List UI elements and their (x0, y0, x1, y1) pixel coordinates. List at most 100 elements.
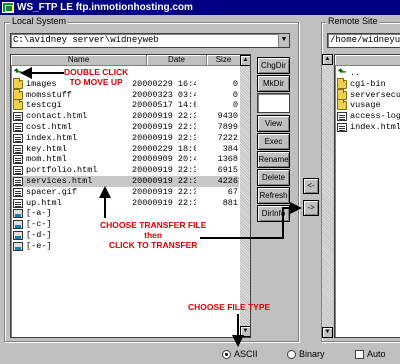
file-icon (337, 123, 347, 132)
file-icon (13, 166, 23, 176)
cell-size: 384 (222, 143, 238, 154)
cell-name: cost.html (26, 122, 72, 132)
cell-size: 881 (222, 197, 238, 208)
cell-date: 20000517 14:0 (132, 100, 196, 111)
table-row[interactable]: key.html 20000229 18:0 384 (12, 144, 239, 155)
cell-name: index.html (350, 122, 400, 132)
table-row[interactable]: momsstuff 20000323 03:4 0 (12, 88, 239, 101)
rename-button[interactable]: Rename (257, 151, 290, 168)
local-system-label: Local System (10, 16, 69, 26)
cell-name: spacer.gif (26, 186, 78, 197)
drive-icon (13, 231, 23, 240)
file-icon (13, 123, 23, 132)
auto-label: Auto (367, 349, 386, 359)
view-button[interactable]: View (257, 115, 290, 132)
remote-scroll-up-button[interactable]: ▲ (322, 54, 333, 65)
transfer-left-button[interactable]: <- (303, 178, 319, 194)
dirinfo-button[interactable]: DirInfo (257, 205, 290, 222)
local-file-list[interactable]: Name Date Size ▲ ▼ ⬑ images 20000229 16:4 0… (10, 54, 251, 338)
file-icon (13, 112, 23, 122)
cell-date: 20000323 03:4 (132, 89, 196, 100)
cell-name: up.html (26, 197, 62, 208)
remote-list-item[interactable]: vusage (336, 99, 400, 111)
remote-file-list[interactable]: ⬑..cgi-binserversecurvusageaccess-logind… (334, 54, 400, 338)
remote-path-text: /home/widneyu (330, 35, 400, 45)
cell-name: mom.html (26, 154, 67, 165)
cell-name: vusage (350, 100, 381, 111)
cell-size: 9430 (217, 111, 238, 122)
chevron-down-icon[interactable]: ▼ (278, 34, 289, 47)
file-icon (13, 187, 23, 197)
cell-date: 20000909 20:4 (132, 154, 196, 165)
annotation-choose-type: CHOOSE FILE TYPE (188, 302, 271, 312)
table-row[interactable]: index.html 20000919 22:3 7222 (12, 133, 239, 144)
cell-name: services.html (26, 176, 93, 186)
cell-name: contact.html (26, 111, 88, 122)
cell-name: momsstuff (26, 89, 72, 100)
mkdir-button[interactable]: MkDir (257, 75, 290, 92)
ascii-radio[interactable] (222, 350, 231, 359)
cell-name: key.html (26, 143, 67, 154)
local-scrollbar[interactable]: ▲ ▼ (240, 55, 250, 337)
cell-date: 20000229 18:0 (132, 143, 196, 154)
file-icon (13, 177, 23, 186)
column-header-size[interactable]: Size (207, 55, 241, 66)
delete-button[interactable]: Delete (257, 169, 290, 186)
cell-date: 20000919 22:3 (132, 111, 196, 122)
cell-name: testcgi (26, 100, 62, 111)
remote-list-item[interactable]: ⬑.. (336, 68, 400, 79)
table-row[interactable]: up.html 20000919 22:3 881 (12, 198, 239, 209)
binary-radio[interactable] (287, 350, 296, 359)
cell-name: portfolio.html (26, 165, 98, 176)
table-row[interactable]: services.html 20000919 22:3 4226 (12, 176, 239, 187)
column-header-name[interactable]: Name (11, 55, 147, 66)
remote-list-item[interactable]: cgi-bin (336, 77, 400, 90)
remote-scroll-down-button[interactable]: ▼ (322, 327, 333, 338)
app-icon (2, 2, 14, 13)
auto-checkbox[interactable] (355, 350, 364, 359)
scroll-up-button[interactable]: ▲ (240, 55, 250, 66)
folder-icon (13, 77, 23, 89)
scroll-down-button[interactable]: ▼ (240, 326, 250, 337)
refresh-button[interactable]: Refresh (257, 187, 290, 204)
file-icon (337, 112, 347, 122)
exec-button[interactable]: Exec (257, 133, 290, 150)
cell-size: 1368 (217, 154, 238, 165)
file-icon (13, 198, 23, 208)
chgdir-button[interactable]: ChgDir (257, 57, 290, 74)
filter-field[interactable] (257, 93, 290, 113)
cell-size: 6915 (217, 165, 238, 176)
cell-date: 20000229 16:4 (132, 78, 196, 89)
remote-left-scrollbar[interactable]: ▲ ▼ (322, 54, 333, 338)
cell-size: 67 (227, 186, 238, 197)
remote-list-item[interactable]: index.html (336, 122, 400, 133)
folder-icon (337, 77, 347, 89)
table-row[interactable]: mom.html 20000909 20:4 1368 (12, 154, 239, 165)
remote-path-combo[interactable]: /home/widneyu (327, 33, 400, 48)
cell-size: 0 (232, 78, 238, 89)
cell-name: cgi-bin (350, 78, 386, 89)
cell-date: 20000919 22:3 (132, 122, 196, 132)
table-row[interactable]: spacer.gif 20000919 22:3 67 (12, 187, 239, 198)
cell-name: index.html (26, 132, 78, 143)
cell-date: 20000919 22:3 (132, 165, 196, 176)
up-arrow-icon: ⬑ (337, 68, 347, 79)
table-row[interactable]: [-a-] (12, 208, 239, 219)
transfer-right-button[interactable]: -> (303, 200, 319, 216)
remote-site-label: Remote Site (326, 16, 380, 26)
window-title: WS_FTP LE ftp.inmotionhosting.com (17, 2, 193, 13)
table-row[interactable]: portfolio.html 20000919 22:3 6915 (12, 165, 239, 176)
table-row[interactable]: contact.html 20000919 22:3 9430 (12, 111, 239, 122)
table-row[interactable]: cost.html 20000919 22:3 7899 (12, 122, 239, 133)
remote-column-header[interactable] (335, 55, 400, 66)
remote-list-item[interactable]: serversecur (336, 88, 400, 101)
column-header-date[interactable]: Date (147, 55, 207, 66)
remote-list-item[interactable]: access-log (336, 111, 400, 122)
table-row[interactable]: testcgi 20000517 14:0 0 (12, 99, 239, 111)
local-path-combo[interactable]: C:\avidney server\widneyweb ▼ (10, 33, 290, 48)
cell-date: 20000919 22:3 (132, 132, 196, 143)
binary-label: Binary (299, 349, 325, 359)
file-icon (13, 155, 23, 165)
up-arrow-icon: ⬑ (13, 68, 23, 79)
cell-name: serversecur (350, 89, 400, 100)
